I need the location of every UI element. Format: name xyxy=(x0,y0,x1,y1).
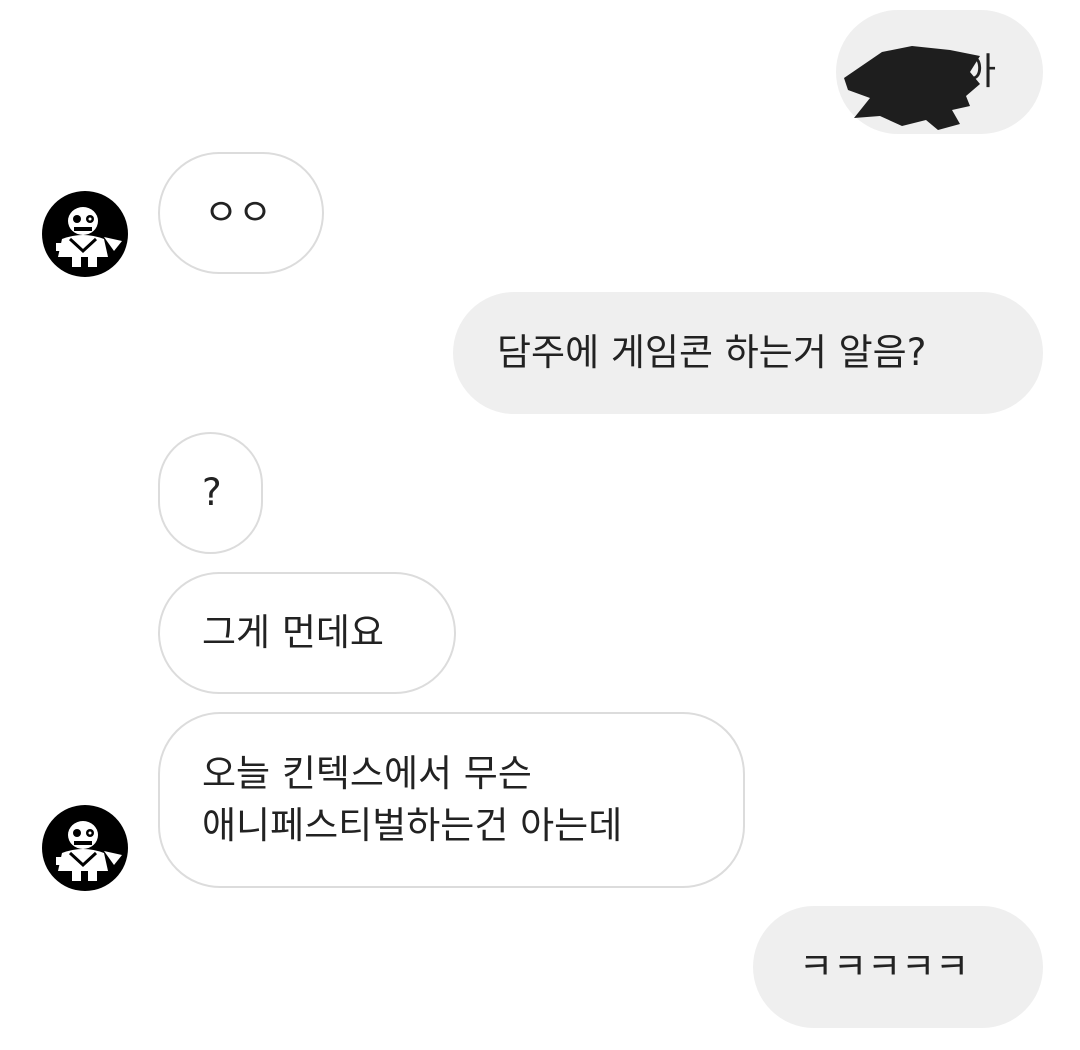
avatar[interactable] xyxy=(42,805,128,891)
skeleton-character-icon xyxy=(56,821,122,881)
skeleton-character-icon xyxy=(56,207,122,267)
message-text: ? xyxy=(202,471,222,514)
message-text: 담주에 게임콘 하는거 알음? xyxy=(497,331,927,374)
message-bubble-sent[interactable]: 담주에 게임콘 하는거 알음? xyxy=(453,292,1043,414)
message-bubble-sent[interactable]: ㅋㅋㅋㅋㅋ xyxy=(753,906,1043,1028)
message-line: 애니페스티벌하는건 아는데 xyxy=(202,804,623,847)
message-text: 그게 먼데요 xyxy=(202,611,384,654)
message-line: 오늘 킨텍스에서 무슨 xyxy=(202,752,532,795)
message-bubble-received[interactable]: 오늘 킨텍스에서 무슨 애니페스티벌하는건 아는데 xyxy=(158,712,745,888)
message-text: ㅋㅋㅋㅋㅋ xyxy=(799,945,970,988)
avatar[interactable] xyxy=(42,191,128,277)
redaction-scribble xyxy=(844,46,980,130)
message-text: 오늘 킨텍스에서 무슨 애니페스티벌하는건 아는데 xyxy=(202,748,622,852)
message-bubble-received[interactable]: ? xyxy=(158,432,263,554)
message-bubble-received[interactable]: ㅇㅇ xyxy=(158,152,324,274)
message-bubble-received[interactable]: 그게 먼데요 xyxy=(158,572,456,694)
message-text: ㅇㅇ xyxy=(204,191,273,234)
